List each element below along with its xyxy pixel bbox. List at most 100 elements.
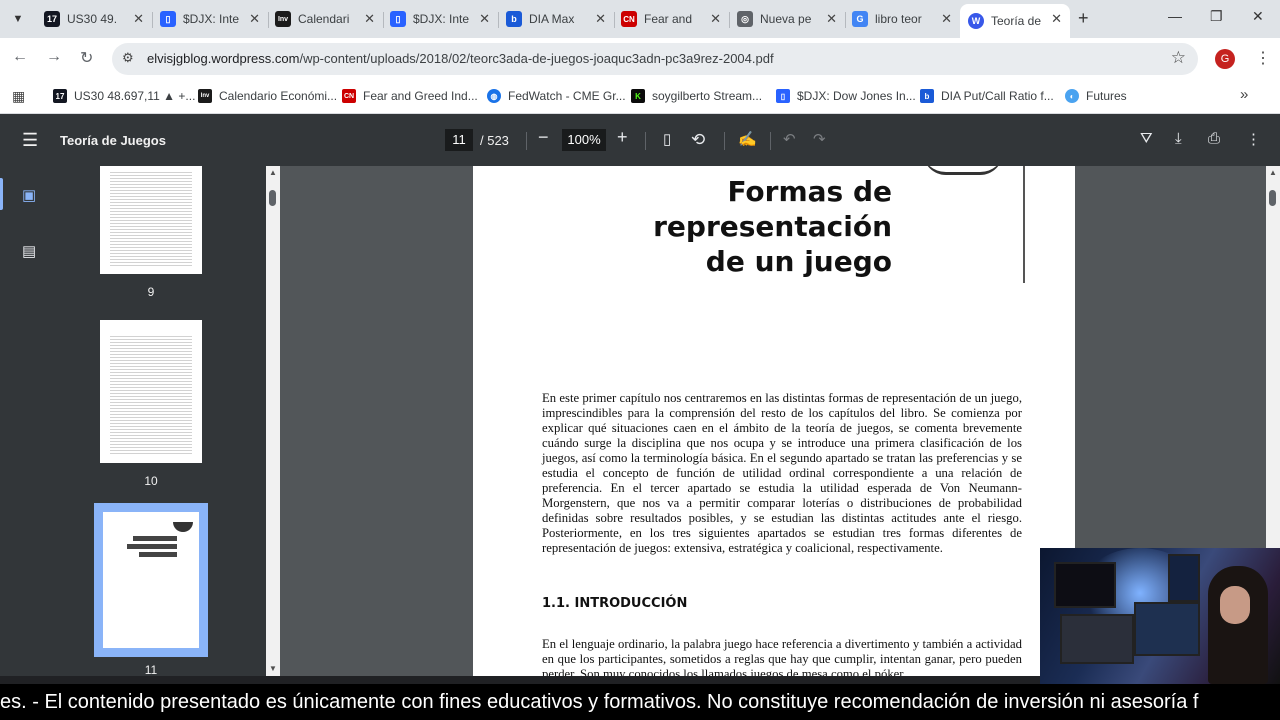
thumbnail-heading bbox=[127, 544, 177, 549]
plus-icon: + bbox=[1078, 8, 1089, 28]
fit-page-icon[interactable]: ▯ bbox=[663, 130, 671, 148]
profile-avatar[interactable]: G bbox=[1215, 49, 1235, 69]
zoom-level-input[interactable]: 100% bbox=[562, 129, 606, 151]
scroll-thumb[interactable] bbox=[269, 190, 276, 206]
tab-8-active[interactable]: W Teoría de ✕ bbox=[960, 4, 1070, 38]
reload-button[interactable]: ↻ bbox=[80, 48, 93, 68]
hamburger-menu-icon[interactable]: ☰ bbox=[22, 130, 38, 151]
tab-separator bbox=[614, 12, 615, 28]
tab-separator bbox=[498, 12, 499, 28]
bookmark-5[interactable]: ▯ $DJX: Dow Jones In... bbox=[776, 86, 916, 106]
forward-button[interactable]: → bbox=[46, 48, 62, 66]
cnn-icon: CN bbox=[621, 11, 637, 27]
more-options-icon[interactable]: ⋮ bbox=[1246, 130, 1261, 148]
webcam-overlay bbox=[1040, 548, 1280, 684]
scroll-up-arrow-icon[interactable]: ▲ bbox=[269, 168, 277, 177]
page-thumbnail-9[interactable] bbox=[100, 166, 202, 274]
investing-icon: Inv bbox=[198, 89, 212, 103]
tab-title: Calendari bbox=[298, 12, 350, 26]
address-bar[interactable]: ⚙ elvisjgblog.wordpress.com/wp-content/u… bbox=[112, 43, 1198, 75]
tab-1[interactable]: ▯ $DJX: Inte ✕ bbox=[160, 4, 268, 34]
divider bbox=[770, 132, 771, 150]
tab-7[interactable]: G libro teor ✕ bbox=[852, 4, 960, 34]
bookmark-1[interactable]: Inv Calendario Económi... bbox=[198, 86, 337, 106]
tab-5[interactable]: CN Fear and ✕ bbox=[621, 4, 729, 34]
tab-title: libro teor bbox=[875, 12, 922, 26]
bookmark-6[interactable]: b DIA Put/Call Ratio f... bbox=[920, 86, 1054, 106]
apps-grid-icon[interactable]: ▦ bbox=[12, 88, 25, 105]
tab-separator bbox=[845, 12, 846, 28]
undo-icon[interactable]: ↶ bbox=[783, 130, 796, 148]
bookmark-3[interactable]: ◍ FedWatch - CME Gr... bbox=[487, 86, 626, 106]
redo-icon[interactable]: ↷ bbox=[813, 130, 826, 148]
bookmark-label: $DJX: Dow Jones In... bbox=[797, 89, 916, 103]
close-window-button[interactable]: ✕ bbox=[1252, 8, 1264, 25]
thumbnail-scrollbar[interactable]: ▲ ▼ bbox=[266, 166, 280, 676]
save-to-drive-icon[interactable]: ⛛ bbox=[1140, 130, 1153, 147]
close-icon[interactable]: ✕ bbox=[1051, 11, 1062, 27]
thumbnails-icon[interactable]: ▣ bbox=[22, 186, 36, 204]
outline-icon[interactable]: ▤ bbox=[22, 242, 36, 260]
close-icon[interactable]: ✕ bbox=[479, 11, 490, 27]
browser-menu-icon[interactable]: ⋮ bbox=[1255, 48, 1271, 68]
restore-button[interactable]: ❐ bbox=[1210, 8, 1223, 25]
monitor-image bbox=[1134, 602, 1200, 656]
tab-3[interactable]: ▯ $DJX: Inte ✕ bbox=[390, 4, 498, 34]
page-total: / 523 bbox=[480, 133, 509, 148]
close-icon[interactable]: ✕ bbox=[364, 11, 375, 27]
bookmark-2[interactable]: CN Fear and Greed Ind... bbox=[342, 86, 478, 106]
download-icon[interactable]: ⤓ bbox=[1175, 130, 1182, 147]
print-icon[interactable]: ⎙ bbox=[1208, 130, 1220, 147]
tab-separator bbox=[729, 12, 730, 28]
bookmarks-overflow-icon[interactable]: » bbox=[1240, 86, 1248, 103]
close-icon[interactable]: ✕ bbox=[710, 11, 721, 27]
b-icon: b bbox=[920, 89, 934, 103]
new-tab-button[interactable]: + bbox=[1078, 8, 1089, 29]
tab-2[interactable]: Inv Calendari ✕ bbox=[275, 4, 383, 34]
minimize-button[interactable]: — bbox=[1168, 8, 1182, 24]
tab-strip: ▼ 17 US30 49. ✕ ▯ $DJX: Inte ✕ Inv Calen… bbox=[0, 0, 1280, 38]
scroll-thumb[interactable] bbox=[1269, 190, 1276, 206]
barchart-icon: ▯ bbox=[776, 89, 790, 103]
bookmark-label: US30 48.697,11 ▲ +... bbox=[74, 89, 196, 103]
page-thumbnail-10[interactable] bbox=[100, 320, 202, 463]
scroll-down-arrow-icon[interactable]: ▼ bbox=[269, 664, 277, 673]
bookmark-4[interactable]: Ksoygilberto Stream... bbox=[631, 86, 762, 106]
close-icon[interactable]: ✕ bbox=[133, 11, 144, 27]
address-url[interactable]: elvisjgblog.wordpress.com/wp-content/upl… bbox=[147, 51, 774, 66]
chevron-down-icon: ▼ bbox=[12, 13, 24, 25]
close-icon[interactable]: ✕ bbox=[249, 11, 260, 27]
close-icon[interactable]: ✕ bbox=[826, 11, 837, 27]
divider bbox=[724, 132, 725, 150]
bookmark-7[interactable]: ◐ Futures bbox=[1065, 86, 1127, 106]
section-heading: 1.1. INTRODUCCIÓN bbox=[542, 596, 688, 611]
kick-icon: K bbox=[631, 89, 645, 103]
tab-title: US30 49. bbox=[67, 12, 118, 26]
bookmark-0[interactable]: 17 US30 48.697,11 ▲ +... bbox=[53, 86, 195, 106]
back-button[interactable]: ← bbox=[12, 48, 28, 66]
annotate-pen-icon[interactable]: ✍ bbox=[738, 130, 757, 148]
tab-0[interactable]: 17 US30 49. ✕ bbox=[44, 4, 152, 34]
page-thumbnail-11-selected[interactable] bbox=[94, 503, 208, 657]
scroll-up-arrow-icon[interactable]: ▲ bbox=[1269, 168, 1277, 177]
zoom-out-icon[interactable]: − bbox=[538, 127, 549, 148]
tab-6[interactable]: ◎ Nueva pe ✕ bbox=[737, 4, 845, 34]
page-number-input[interactable]: 11 bbox=[445, 129, 473, 151]
tab-search-button[interactable]: ▼ bbox=[6, 6, 30, 32]
close-icon[interactable]: ✕ bbox=[595, 11, 606, 27]
tab-title: Nueva pe bbox=[760, 12, 812, 26]
thumbnail-heading bbox=[133, 536, 177, 541]
close-icon[interactable]: ✕ bbox=[941, 11, 952, 27]
bookmarks-bar: ▦ 17 US30 48.697,11 ▲ +... Inv Calendario … bbox=[0, 80, 1280, 114]
bookmark-star-icon[interactable]: ☆ bbox=[1171, 48, 1186, 68]
tab-4[interactable]: b DIA Max ✕ bbox=[506, 4, 614, 34]
active-indicator bbox=[0, 178, 3, 210]
zoom-in-icon[interactable]: + bbox=[617, 127, 628, 148]
divider bbox=[526, 132, 527, 150]
pdf-sidebar-rail: ▣ ▤ bbox=[0, 166, 60, 676]
site-info-icon[interactable]: ⚙ bbox=[122, 50, 134, 66]
rotate-icon[interactable]: ⟲ bbox=[691, 130, 705, 150]
bookmark-label: Calendario Económi... bbox=[219, 89, 338, 103]
tab-title: Teoría de bbox=[991, 14, 1042, 28]
url-path: /wp-content/uploads/2018/02/teorc3ada-de… bbox=[299, 51, 774, 66]
